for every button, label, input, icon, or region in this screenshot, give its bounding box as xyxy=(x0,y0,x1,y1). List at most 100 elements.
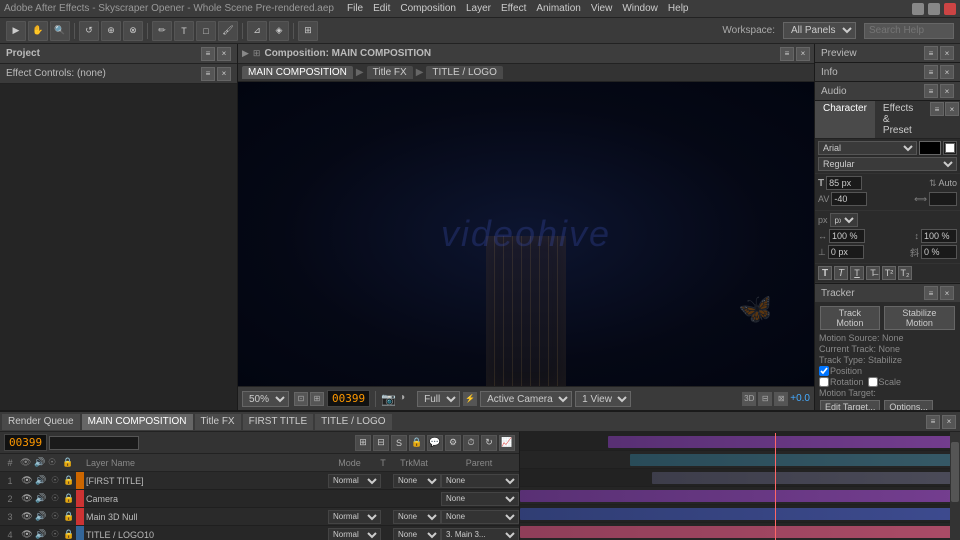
audio-close[interactable]: × xyxy=(940,84,954,98)
comp-grid-overlay[interactable]: ⊟ xyxy=(758,392,772,406)
position-checkbox[interactable] xyxy=(819,366,829,376)
tl-framerate[interactable]: ⏱ xyxy=(463,435,479,451)
comp-3d-btn[interactable]: 3D xyxy=(742,392,756,406)
snap-tool[interactable]: ⊞ xyxy=(298,21,318,41)
bold-btn[interactable]: T xyxy=(818,266,832,280)
comp-safe-area[interactable]: ⊠ xyxy=(774,392,788,406)
layer-row[interactable]: 2 👁 🔊 ☉ 🔒 Camera None xyxy=(0,490,519,508)
tl-lock[interactable]: 🔒 xyxy=(409,435,425,451)
timeline-close[interactable]: × xyxy=(942,415,956,429)
font-size-input[interactable] xyxy=(826,176,862,190)
tracker-menu[interactable]: ≡ xyxy=(924,286,938,300)
tl-expand-all[interactable]: ⊞ xyxy=(355,435,371,451)
quality-dropdown[interactable]: Full xyxy=(417,391,460,407)
tab-title-logo[interactable]: TITLE / LOGO xyxy=(315,414,391,430)
menu-composition[interactable]: Composition xyxy=(395,3,461,14)
char-panel-menu[interactable]: ≡ xyxy=(930,102,944,116)
selection-tool[interactable]: ▶ xyxy=(6,21,26,41)
baseline-input[interactable] xyxy=(828,245,864,259)
timeline-bar[interactable] xyxy=(630,454,960,466)
roto-tool[interactable]: ◈ xyxy=(269,21,289,41)
menu-effect[interactable]: Effect xyxy=(496,3,531,14)
italic-btn[interactable]: T xyxy=(834,266,848,280)
timeline-bar[interactable] xyxy=(608,436,960,448)
info-close[interactable]: × xyxy=(940,65,954,79)
pen-tool[interactable]: ✏ xyxy=(152,21,172,41)
workspace-dropdown[interactable]: All Panels xyxy=(783,22,856,39)
window-maximize[interactable] xyxy=(928,3,940,15)
timeline-search[interactable] xyxy=(49,436,139,450)
window-minimize[interactable] xyxy=(912,3,924,15)
superscript-btn[interactable]: T² xyxy=(882,266,896,280)
tl-comment[interactable]: 💬 xyxy=(427,435,443,451)
info-menu[interactable]: ≡ xyxy=(924,65,938,79)
edit-target-btn[interactable]: Edit Target... xyxy=(820,400,880,410)
timeline-scroll-thumb[interactable] xyxy=(951,442,959,502)
preview-close[interactable]: × xyxy=(940,46,954,60)
layer-row[interactable]: 1 👁 🔊 ☉ 🔒 [FIRST TITLE] Normal None None xyxy=(0,472,519,490)
zoom-tool[interactable]: 🔍 xyxy=(50,21,70,41)
timecode-display[interactable]: 00399 xyxy=(4,434,47,451)
tab-first-title[interactable]: FIRST TITLE xyxy=(243,414,314,430)
window-close[interactable] xyxy=(944,3,956,15)
tab-title-fx[interactable]: Title FX xyxy=(195,414,241,430)
timeline-bar[interactable] xyxy=(652,472,960,484)
breadcrumb-title-logo[interactable]: TITLE / LOGO xyxy=(426,66,502,79)
shape-tool[interactable]: □ xyxy=(196,21,216,41)
menu-view[interactable]: View xyxy=(586,3,618,14)
char-panel-close[interactable]: × xyxy=(945,102,959,116)
zoom-dropdown[interactable]: 50% xyxy=(242,391,289,407)
menu-help[interactable]: Help xyxy=(663,3,694,14)
underline-btn[interactable]: T xyxy=(850,266,864,280)
audio-menu[interactable]: ≡ xyxy=(924,84,938,98)
timeline-bar[interactable] xyxy=(520,490,960,502)
search-help-input[interactable] xyxy=(864,23,954,39)
menu-edit[interactable]: Edit xyxy=(368,3,395,14)
effect-controls-close[interactable]: × xyxy=(217,67,231,81)
breadcrumb-title-fx[interactable]: Title FX xyxy=(367,66,413,79)
timeline-bar[interactable] xyxy=(520,526,960,538)
menu-layer[interactable]: Layer xyxy=(461,3,496,14)
leading-unit-dropdown[interactable]: px xyxy=(830,213,858,227)
menu-window[interactable]: Window xyxy=(617,3,663,14)
kerning-input[interactable] xyxy=(831,192,867,206)
menu-animation[interactable]: Animation xyxy=(531,3,585,14)
timeline-menu[interactable]: ≡ xyxy=(926,415,940,429)
scale-checkbox[interactable] xyxy=(868,377,878,387)
tsuki-input[interactable] xyxy=(921,245,957,259)
brush-tool[interactable]: 🖌 xyxy=(218,21,238,41)
hscale-input[interactable] xyxy=(829,229,865,243)
preview-menu[interactable]: ≡ xyxy=(924,46,938,60)
timeline-scrollbar[interactable] xyxy=(950,432,960,540)
pan-tool[interactable]: ⊗ xyxy=(123,21,143,41)
tab-main-composition[interactable]: MAIN COMPOSITION xyxy=(82,414,193,430)
view-dropdown[interactable]: 1 View xyxy=(575,391,631,407)
text-color-swatch[interactable] xyxy=(919,141,941,155)
vscale-input[interactable] xyxy=(921,229,957,243)
tl-switches[interactable]: ⚙ xyxy=(445,435,461,451)
effect-controls-menu[interactable]: ≡ xyxy=(201,67,215,81)
hand-tool[interactable]: ✋ xyxy=(28,21,48,41)
breadcrumb-main-comp[interactable]: MAIN COMPOSITION xyxy=(242,66,353,79)
tl-graph[interactable]: 📈 xyxy=(499,435,515,451)
comp-grid-btn[interactable]: ⊞ xyxy=(310,392,324,406)
text-tool[interactable]: T xyxy=(174,21,194,41)
rotate-tool[interactable]: ↺ xyxy=(79,21,99,41)
comp-show-channel[interactable]: ◑ xyxy=(399,392,413,406)
strikethrough-btn[interactable]: T̶ xyxy=(866,266,880,280)
char-options-btn[interactable] xyxy=(943,141,957,155)
comp-reset-btn[interactable]: ⊡ xyxy=(294,392,308,406)
stabilize-btn[interactable]: Stabilize Motion xyxy=(884,306,955,330)
tracking-input[interactable] xyxy=(929,192,957,206)
subscript-btn[interactable]: T₂ xyxy=(898,266,912,280)
camera-dropdown[interactable]: Active Camera xyxy=(480,391,572,407)
layer-row[interactable]: 3 👁 🔊 ☉ 🔒 Main 3D Null Normal None None xyxy=(0,508,519,526)
font-family-dropdown[interactable]: Arial xyxy=(818,141,917,155)
comp-snapshot-btn[interactable]: 📷 xyxy=(381,392,395,406)
tab-effects-preset[interactable]: Effects & Preset xyxy=(875,101,929,138)
tl-solo[interactable]: S xyxy=(391,435,407,451)
track-motion-btn[interactable]: Track Motion xyxy=(820,306,880,330)
composition-viewport[interactable]: Active Camera videohive 🦋 xyxy=(238,82,814,386)
tl-collapse-all[interactable]: ⊟ xyxy=(373,435,389,451)
comp-panel-close[interactable]: × xyxy=(796,47,810,61)
